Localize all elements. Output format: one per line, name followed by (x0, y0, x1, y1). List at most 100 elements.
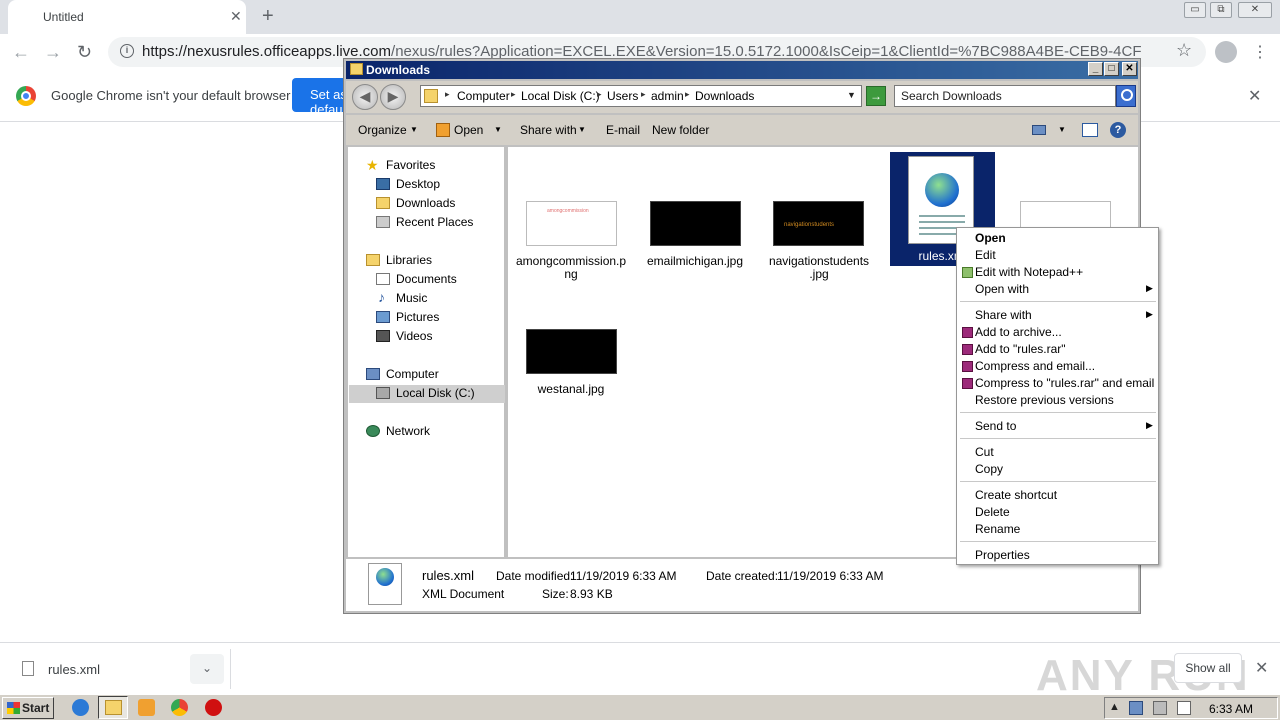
explorer-close-button[interactable]: ✕ (1122, 62, 1137, 76)
crumb-separator-icon[interactable]: ▸ (511, 89, 516, 100)
tab-untitled[interactable]: Untitled ✕ (8, 0, 246, 34)
bookmark-star-icon[interactable]: ☆ (1176, 40, 1192, 61)
detail-created-label: Date created: (706, 569, 779, 583)
crumb-separator-icon[interactable]: ▸ (685, 89, 690, 100)
nav-favorites[interactable]: Favorites (386, 158, 435, 172)
open-button[interactable]: Open (454, 123, 483, 137)
menu-item-copy[interactable]: Copy (958, 461, 1157, 478)
reload-button[interactable]: ↻ (77, 42, 92, 63)
download-item-name[interactable]: rules.xml (48, 662, 100, 677)
flag-icon[interactable] (1177, 701, 1191, 715)
ie-icon[interactable] (72, 699, 89, 716)
menu-item-restore-versions[interactable]: Restore previous versions (958, 392, 1157, 409)
open-icon (436, 123, 450, 137)
menu-item-properties[interactable]: Properties (958, 547, 1157, 564)
forward-button[interactable]: → (44, 42, 62, 63)
menu-item-edit[interactable]: Edit (958, 247, 1157, 264)
organize-button[interactable]: Organize (358, 123, 407, 137)
menu-item-open-with[interactable]: Open with ▶ (958, 281, 1157, 298)
nav-libraries[interactable]: Libraries (386, 253, 432, 267)
chrome-taskbar-icon[interactable] (171, 699, 188, 716)
doc-line (919, 215, 965, 217)
back-button[interactable]: ← (12, 42, 30, 63)
share-dropdown-icon[interactable]: ▼ (578, 125, 586, 134)
download-shelf-close-icon[interactable]: ✕ (1255, 658, 1268, 678)
stop-icon[interactable] (205, 699, 222, 716)
address-dropdown-icon[interactable]: ▼ (847, 90, 856, 100)
file-item[interactable]: westanal.jpg (516, 327, 626, 397)
nav-music[interactable]: Music (396, 291, 427, 305)
nav-documents[interactable]: Documents (396, 272, 457, 286)
menu-item-rename[interactable]: Rename (958, 521, 1157, 538)
breadcrumb-local-disk[interactable]: Local Disk (C:) (521, 89, 600, 103)
menu-item-add-rar[interactable]: Add to "rules.rar" (958, 341, 1157, 358)
help-icon[interactable]: ? (1110, 122, 1126, 138)
new-folder-button[interactable]: New folder (652, 123, 709, 137)
download-options-chevron-icon[interactable]: ⌄ (190, 654, 224, 684)
search-icon[interactable] (1116, 85, 1136, 107)
menu-item-label: Send to (975, 419, 1017, 433)
file-item[interactable]: amongcommission amongcommission.p ng (516, 199, 626, 281)
menu-item-cut[interactable]: Cut (958, 444, 1157, 461)
nav-recent-places[interactable]: Recent Places (396, 215, 473, 229)
nav-downloads[interactable]: Downloads (396, 196, 455, 210)
breadcrumb-admin[interactable]: admin (651, 89, 684, 103)
menu-item-add-archive[interactable]: Add to archive... (958, 324, 1157, 341)
submenu-arrow-icon: ▶ (1146, 283, 1153, 293)
volume-icon[interactable] (1153, 701, 1167, 715)
views-icon[interactable] (1032, 125, 1046, 135)
minimize-button[interactable]: ▭ (1184, 2, 1206, 18)
explorer-back-button[interactable]: ◀ (352, 84, 378, 110)
close-window-button[interactable]: ✕ (1238, 2, 1272, 18)
clock[interactable]: 6:33 AM (1209, 702, 1253, 716)
menu-item-send-to[interactable]: Send to ▶ (958, 418, 1157, 435)
refresh-button[interactable]: → (866, 86, 886, 106)
media-player-icon[interactable] (138, 699, 155, 716)
organize-dropdown-icon[interactable]: ▼ (410, 125, 418, 134)
explorer-maximize-button[interactable]: □ (1104, 62, 1119, 76)
start-button[interactable]: Start (2, 697, 54, 719)
search-input[interactable]: Search Downloads (894, 85, 1116, 107)
explorer-minimize-button[interactable]: _ (1088, 62, 1103, 76)
menu-item-share-with[interactable]: Share with ▶ (958, 307, 1157, 324)
restore-button[interactable]: ⧉ (1210, 2, 1232, 18)
breadcrumb-users[interactable]: Users (607, 89, 638, 103)
taskbar-explorer-button[interactable] (98, 696, 128, 719)
file-item[interactable]: emailmichigan.jpg (640, 199, 750, 279)
info-icon[interactable]: i (120, 44, 134, 58)
nav-desktop[interactable]: Desktop (396, 177, 440, 191)
tray-arrow-icon[interactable]: ▲ (1109, 701, 1123, 715)
breadcrumb-downloads[interactable]: Downloads (695, 89, 754, 103)
open-dropdown-icon[interactable]: ▼ (494, 125, 502, 134)
nav-pictures[interactable]: Pictures (396, 310, 439, 324)
breadcrumb-computer[interactable]: Computer (457, 89, 510, 103)
network-tray-icon[interactable] (1129, 701, 1143, 715)
nav-videos[interactable]: Videos (396, 329, 432, 343)
file-item[interactable]: navigationstudents navigationstudents .jp… (764, 199, 874, 281)
chrome-menu-icon[interactable]: ⋮ (1252, 42, 1268, 62)
profile-avatar-icon[interactable] (1215, 41, 1237, 63)
infobar-close-icon[interactable]: ✕ (1248, 86, 1261, 106)
menu-item-edit-notepad[interactable]: Edit with Notepad++ (958, 264, 1157, 281)
new-tab-button[interactable]: + (262, 5, 274, 28)
nav-network[interactable]: Network (386, 424, 430, 438)
menu-item-open[interactable]: Open (958, 230, 1157, 247)
email-button[interactable]: E-mail (606, 123, 640, 137)
menu-item-create-shortcut[interactable]: Create shortcut (958, 487, 1157, 504)
nav-local-disk[interactable]: Local Disk (C:) (396, 386, 475, 400)
menu-item-compress-email[interactable]: Compress and email... (958, 358, 1157, 375)
explorer-titlebar[interactable]: Downloads _ □ ✕ (346, 61, 1138, 79)
address-bar[interactable]: ▸ Computer ▸ Local Disk (C:) ▸ Users ▸ a… (420, 85, 862, 107)
menu-item-label: Share with (975, 308, 1032, 322)
show-all-button[interactable]: Show all (1174, 653, 1242, 683)
tab-close-icon[interactable]: ✕ (230, 8, 242, 25)
explorer-forward-button[interactable]: ▶ (380, 84, 406, 110)
crumb-separator-icon[interactable]: ▸ (597, 89, 602, 100)
views-dropdown-icon[interactable]: ▼ (1058, 125, 1066, 134)
share-with-button[interactable]: Share with (520, 123, 577, 137)
menu-item-delete[interactable]: Delete (958, 504, 1157, 521)
crumb-separator-icon[interactable]: ▸ (641, 89, 646, 100)
menu-item-compress-rar-email[interactable]: Compress to "rules.rar" and email (958, 375, 1157, 392)
nav-computer[interactable]: Computer (386, 367, 439, 381)
preview-pane-icon[interactable] (1082, 123, 1098, 137)
